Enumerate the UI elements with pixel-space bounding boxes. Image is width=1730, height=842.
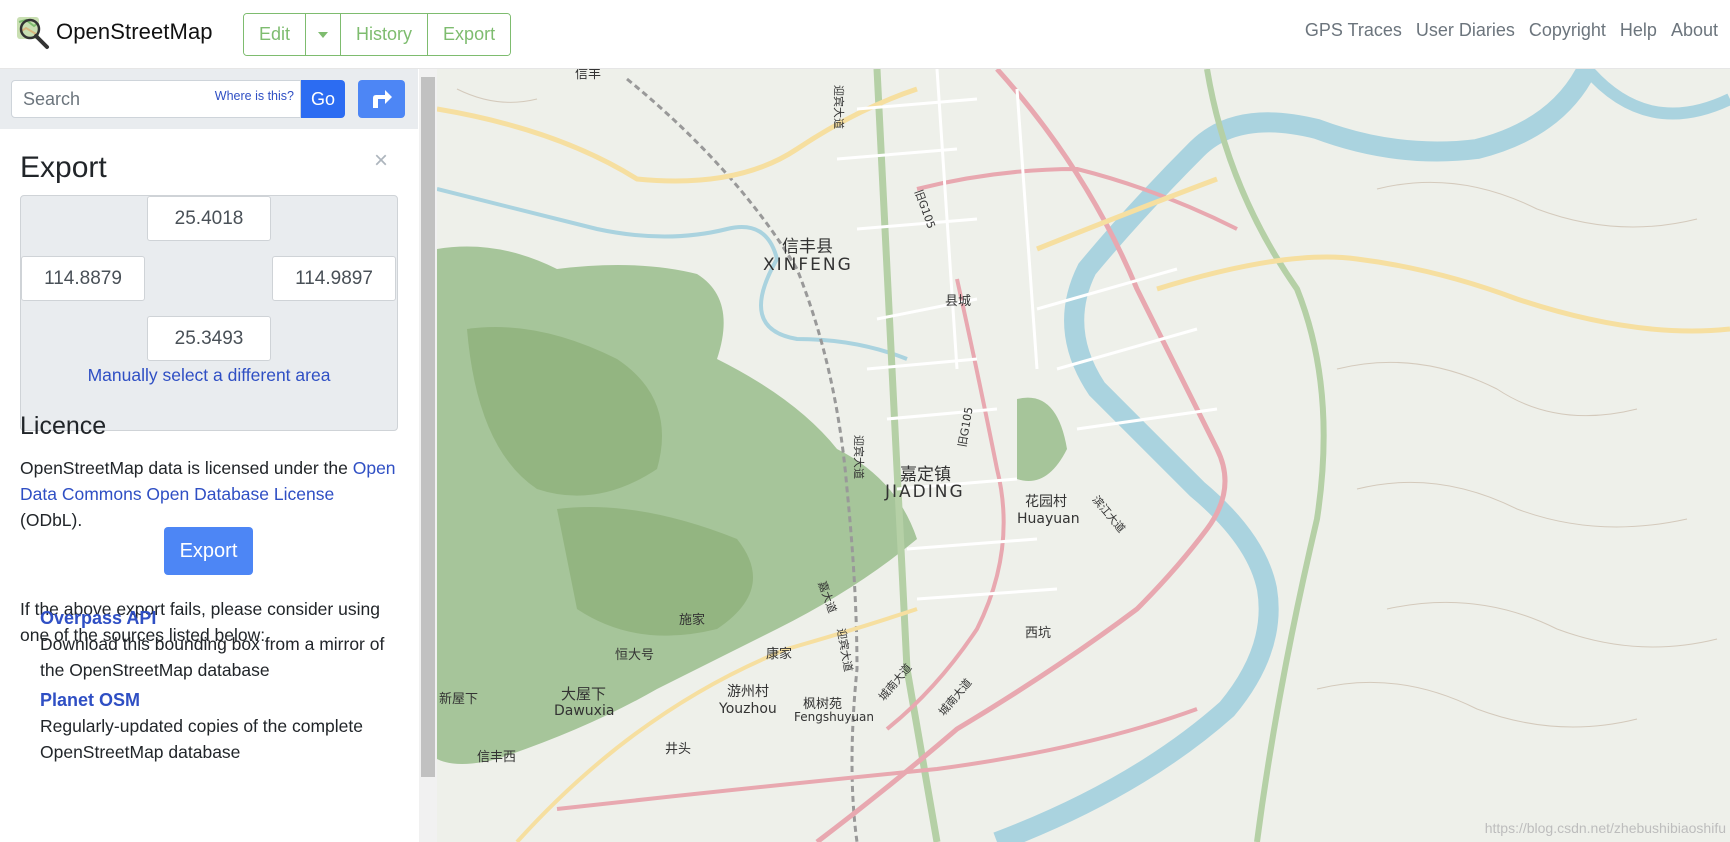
overpass-api-link[interactable]: Overpass API xyxy=(40,608,156,629)
map-label-youzhou-en: Youzhou xyxy=(719,701,777,717)
map-label-xinfeng-top: 信丰 xyxy=(575,69,602,82)
map-label-xinfeng-cn: 信丰县 xyxy=(782,237,833,257)
panel-title: Export xyxy=(20,151,107,184)
map-canvas[interactable]: 信丰县 XINFENG 嘉定镇 JIADING 花园村 Huayuan 大屋下 … xyxy=(437,69,1730,842)
map-label-dawuxia-en: Dawuxia xyxy=(554,703,615,719)
edit-button-group: Edit History Export xyxy=(243,13,512,56)
directions-button[interactable] xyxy=(358,80,405,118)
nav-about[interactable]: About xyxy=(1671,20,1718,41)
map-label-xikeng: 西坑 xyxy=(1025,626,1052,641)
map-label-xinfengxi: 信丰西 xyxy=(477,750,517,765)
map-label-yingbin-b: 迎宾大道 xyxy=(852,435,865,479)
licence-heading: Licence xyxy=(20,412,107,440)
brand-link[interactable]: OpenStreetMap xyxy=(14,14,213,50)
map-label-fengshuyuan-en: Fengshuyuan xyxy=(794,710,874,724)
map-label-huayuan-cn: 花园村 xyxy=(1025,494,1067,510)
planet-osm-description: Regularly-updated copies of the complete… xyxy=(40,716,363,762)
map-label-yingbin-a: 迎宾大道 xyxy=(832,85,845,129)
map-label-jiading-en: JIADING xyxy=(885,482,965,502)
osm-logo-icon xyxy=(17,17,49,49)
map-label-hengdahao: 恒大号 xyxy=(615,648,655,663)
go-button[interactable]: Go xyxy=(301,80,345,118)
nav-gps-traces[interactable]: GPS Traces xyxy=(1305,20,1402,41)
licence-text-pre: OpenStreetMap data is licensed under the xyxy=(20,458,353,478)
close-panel-button[interactable]: × xyxy=(374,147,388,175)
directions-icon xyxy=(372,90,392,108)
nav-help[interactable]: Help xyxy=(1620,20,1657,41)
manual-select-link[interactable]: Manually select a different area xyxy=(20,365,398,386)
planet-osm-link[interactable]: Planet OSM xyxy=(40,690,140,711)
export-tab-button[interactable]: Export xyxy=(428,14,511,55)
map-label-xinwuxia: 新屋下 xyxy=(439,692,479,707)
bbox-east-input[interactable]: 114.9897 xyxy=(272,256,396,301)
edit-dropdown-toggle[interactable] xyxy=(306,14,342,55)
secondary-nav: GPS Traces User Diaries Copyright Help A… xyxy=(1305,20,1718,41)
map-label-jingtou: 井头 xyxy=(665,742,692,757)
history-button[interactable]: History xyxy=(341,14,429,55)
map-label-xiancheng: 县城 xyxy=(945,294,972,309)
top-navbar: OpenStreetMap Edit History Export GPS Tr… xyxy=(0,0,1730,69)
bounding-box-inputs: 25.4018 114.8879 114.9897 25.3493 xyxy=(20,195,398,431)
nav-user-diaries[interactable]: User Diaries xyxy=(1416,20,1515,41)
map-label-xinfeng-en: XINFENG xyxy=(763,255,853,275)
search-field-wrapper: Where is this? xyxy=(11,80,301,118)
export-button[interactable]: Export xyxy=(164,527,253,575)
sidebar: Where is this? Go × Export 25.4018 114.8… xyxy=(0,69,437,842)
map-label-huayuan-en: Huayuan xyxy=(1017,511,1080,527)
search-bar: Where is this? Go xyxy=(0,69,418,129)
bbox-west-input[interactable]: 114.8879 xyxy=(21,256,145,301)
licence-text-post: (ODbL). xyxy=(20,510,83,530)
map-label-youzhou-cn: 游州村 xyxy=(727,684,769,700)
caret-down-icon xyxy=(318,31,329,38)
map-label-dawuxia-cn: 大屋下 xyxy=(561,685,607,703)
where-is-this-link[interactable]: Where is this? xyxy=(215,89,294,103)
bbox-south-input[interactable]: 25.3493 xyxy=(147,316,271,361)
map-label-shijia: 施家 xyxy=(679,613,706,628)
overpass-api-description: Download this bounding box from a mirror… xyxy=(40,634,385,680)
sidebar-scrollbar-thumb[interactable] xyxy=(421,77,435,777)
map-label-kangjia: 康家 xyxy=(766,647,793,662)
edit-button[interactable]: Edit xyxy=(244,14,307,55)
map-tiles xyxy=(437,69,1730,842)
brand-name: OpenStreetMap xyxy=(56,19,213,44)
nav-copyright[interactable]: Copyright xyxy=(1529,20,1606,41)
watermark-text: https://blog.csdn.net/zhebushibiaoshifu xyxy=(1484,820,1726,836)
licence-text: OpenStreetMap data is licensed under the… xyxy=(20,455,400,533)
bbox-north-input[interactable]: 25.4018 xyxy=(147,196,271,241)
